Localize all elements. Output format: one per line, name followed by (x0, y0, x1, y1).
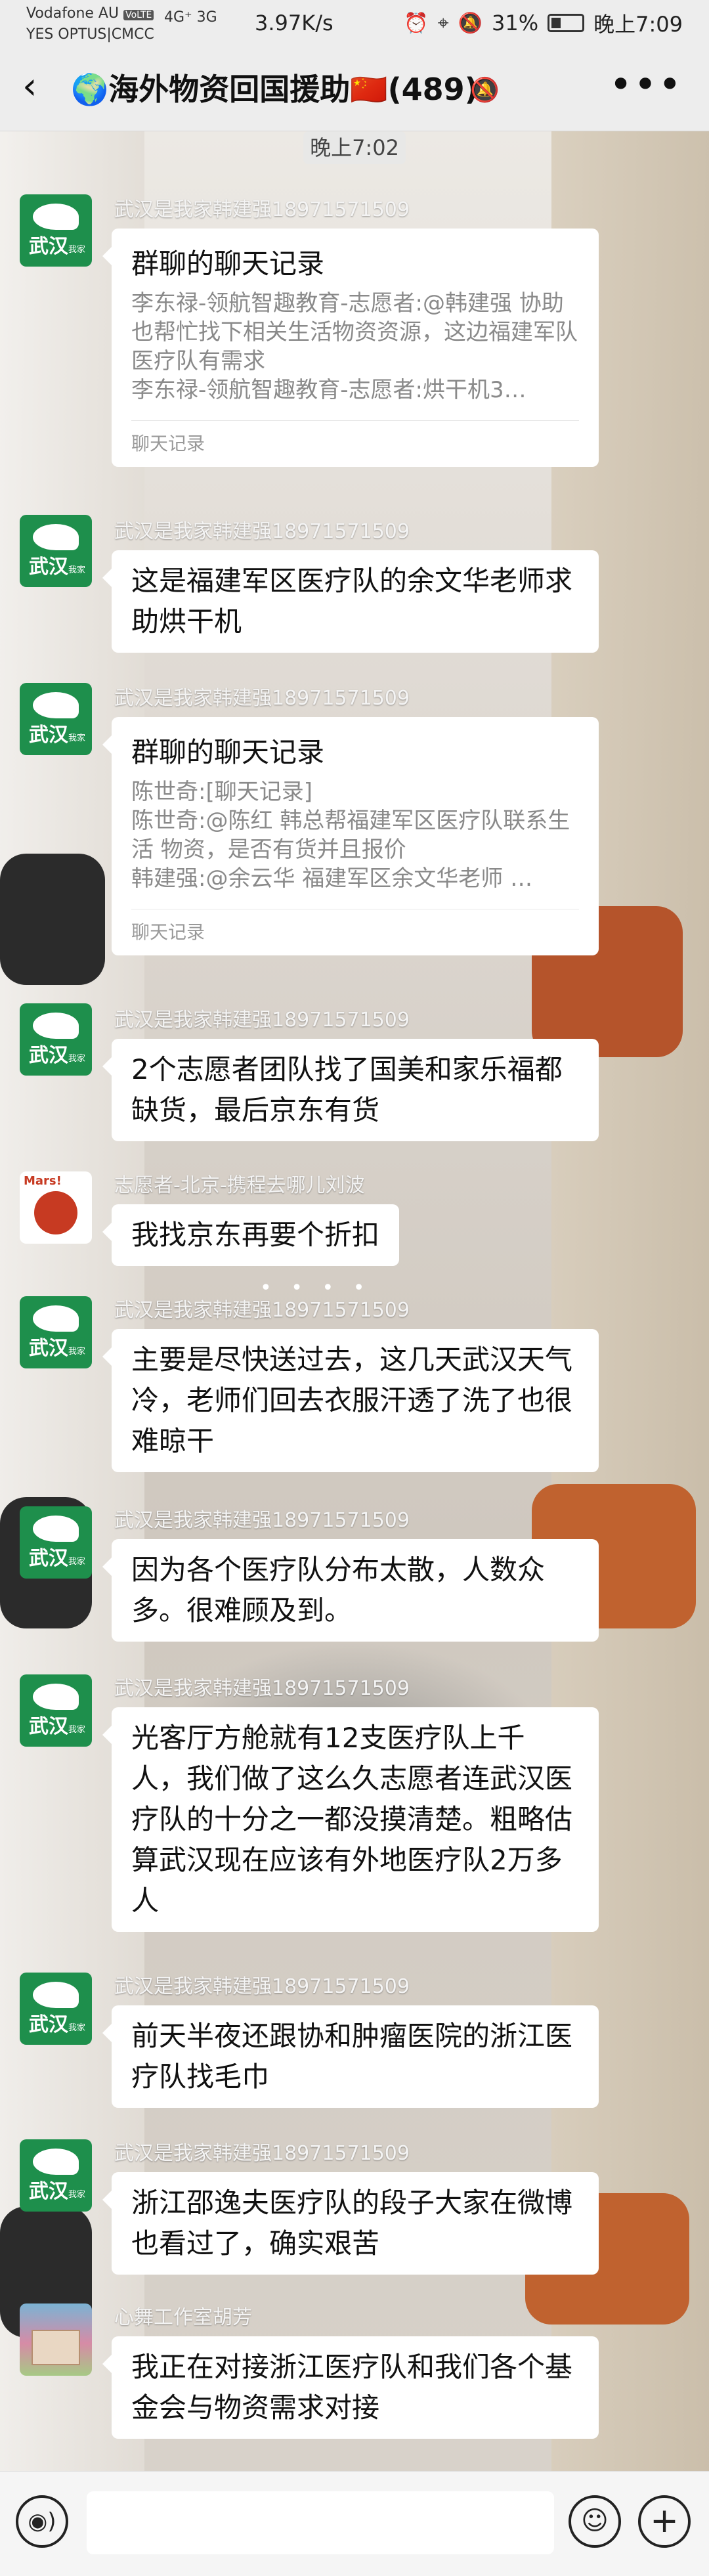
clock: 晚上7:09 (593, 12, 683, 37)
avatar[interactable]: 武汉 我家 (20, 1296, 92, 1368)
card-footer: 聊天记录 (131, 420, 579, 467)
voice-icon[interactable]: ◉) (16, 2495, 68, 2548)
sender-name: 武汉是我家韩建强18971571509 (114, 198, 410, 221)
battery-percent: 31% (492, 11, 539, 35)
message-bubble[interactable]: 因为各个医疗队分布太散，人数众多。很难顾及到。 (102, 1539, 599, 1642)
message-input[interactable] (87, 2491, 554, 2554)
avatar[interactable] (20, 2303, 92, 2376)
avatar[interactable]: 武汉 我家 (20, 1973, 92, 2045)
mute-icon: 🔕 (458, 11, 483, 35)
background-figure-right (551, 131, 709, 2471)
card-title: 群聊的聊天记录 (131, 736, 325, 768)
group-title[interactable]: 🌍海外物资回国援助🇨🇳(489) (71, 70, 479, 109)
avatar[interactable]: 武汉 我家 (20, 1506, 92, 1579)
sender-name: 心舞工作室胡芳 (114, 2306, 252, 2329)
sender-name: 武汉是我家韩建强18971571509 (114, 2142, 410, 2165)
sender-name: 武汉是我家韩建强18971571509 (114, 1975, 410, 1998)
avatar[interactable]: 武汉 我家 (20, 683, 92, 755)
location-icon: ⌖ (437, 11, 449, 35)
card-preview-line: 韩建强:@余云华 福建军区余文华老师 … (131, 865, 533, 892)
time-divider: 晚上7:02 (303, 131, 406, 164)
chat-history-card[interactable]: 群聊的聊天记录 李东禄-领航智趣教育-志愿者:@韩建强 协助也帮忙找下相关生活物… (102, 229, 599, 467)
card-preview-line: 陈世奇:[聊天记录] (131, 779, 312, 805)
carrier-1: Vodafone AU (26, 5, 119, 22)
card-preview-line: 陈世奇:@陈红 韩总帮福建军区医疗队联系生活 物资，是否有货并且报价 (131, 808, 570, 863)
message-bubble[interactable]: 前天半夜还跟协和肿瘤医院的浙江医疗队找毛巾 (102, 2005, 599, 2108)
message-bubble[interactable]: 我找京东再要个折扣 (102, 1204, 400, 1266)
chat-header: ‹ 🌍海外物资回国援助🇨🇳(489) 🔕 ••• (0, 47, 709, 131)
background-shoe (0, 854, 105, 985)
avatar[interactable]: Mars! (20, 1171, 92, 1244)
sender-name: 武汉是我家韩建强18971571509 (114, 687, 410, 710)
sender-name: 武汉是我家韩建强18971571509 (114, 1509, 410, 1532)
sender-name: 武汉是我家韩建强18971571509 (114, 1677, 410, 1700)
status-right: ⏰ ⌖ 🔕 31% 晚上7:09 (404, 8, 683, 38)
message-bubble[interactable]: 这是福建军区医疗队的余文华老师求助烘干机 (102, 550, 599, 653)
more-icon[interactable]: ••• (609, 62, 683, 108)
plus-icon[interactable]: + (638, 2495, 691, 2548)
alarm-icon: ⏰ (404, 11, 429, 35)
chat-history-card[interactable]: 群聊的聊天记录 陈世奇:[聊天记录] 陈世奇:@陈红 韩总帮福建军区医疗队联系生… (102, 717, 599, 955)
volte-badge: VoLTE (123, 10, 154, 20)
message-bubble[interactable]: 我正在对接浙江医疗队和我们各个基金会与物资需求对接 (102, 2336, 599, 2439)
carrier-info: Vodafone AU VoLTE YES OPTUS|CMCC (26, 4, 154, 45)
message-bubble[interactable]: 光客厅方舱就有12支医疗队上千人，我们做了这么久志愿者连武汉医疗队的十分之一都没… (102, 1707, 599, 1932)
emoji-icon[interactable]: ☺ (569, 2495, 621, 2548)
sender-name: 武汉是我家韩建强18971571509 (114, 1299, 410, 1322)
status-bar: Vodafone AU VoLTE YES OPTUS|CMCC 4G⁺ 3G … (0, 0, 709, 47)
avatar[interactable]: 武汉 我家 (20, 1674, 92, 1747)
sender-name: 志愿者-北京-携程去哪儿刘波 (114, 1174, 365, 1197)
group-name: 🌍海外物资回国援助🇨🇳 (71, 72, 388, 107)
battery-icon (548, 14, 585, 32)
avatar[interactable]: 武汉 我家 (20, 194, 92, 267)
message-bubble[interactable]: 主要是尽快送过去，这几天武汉天气冷，老师们回去衣服汗透了洗了也很难晾干 (102, 1329, 599, 1472)
network-speed: 3.97K/s (255, 11, 333, 35)
signal-indicator: 4G⁺ 3G (164, 9, 217, 26)
avatar[interactable]: 武汉 我家 (20, 515, 92, 587)
input-bar: ◉) ☺ + (0, 2471, 709, 2576)
bell-off-icon: 🔕 (470, 77, 500, 104)
carrier-2: YES OPTUS|CMCC (26, 26, 154, 43)
card-title: 群聊的聊天记录 (131, 248, 325, 280)
card-preview-line: 李东禄-领航智趣教育-志愿者:烘干机3… (131, 377, 526, 403)
message-bubble[interactable]: 2个志愿者团队找了国美和家乐福都缺货，最后京东有货 (102, 1039, 599, 1141)
sender-name: 武汉是我家韩建强18971571509 (114, 520, 410, 543)
member-count: (489) (387, 72, 479, 107)
message-bubble[interactable]: 浙江邵逸夫医疗队的段子大家在微博也看过了，确实艰苦 (102, 2172, 599, 2275)
avatar[interactable]: 武汉 我家 (20, 1003, 92, 1076)
scroll-dots: • • • • (260, 1277, 372, 1299)
card-footer: 聊天记录 (131, 909, 579, 955)
card-preview-line: 李东禄-领航智趣教育-志愿者:@韩建强 协助也帮忙找下相关生活物资资源，这边福建… (131, 290, 578, 374)
sender-name: 武汉是我家韩建强18971571509 (114, 1009, 410, 1032)
back-arrow-icon[interactable]: ‹ (22, 67, 37, 106)
avatar[interactable]: 武汉 我家 (20, 2139, 92, 2212)
